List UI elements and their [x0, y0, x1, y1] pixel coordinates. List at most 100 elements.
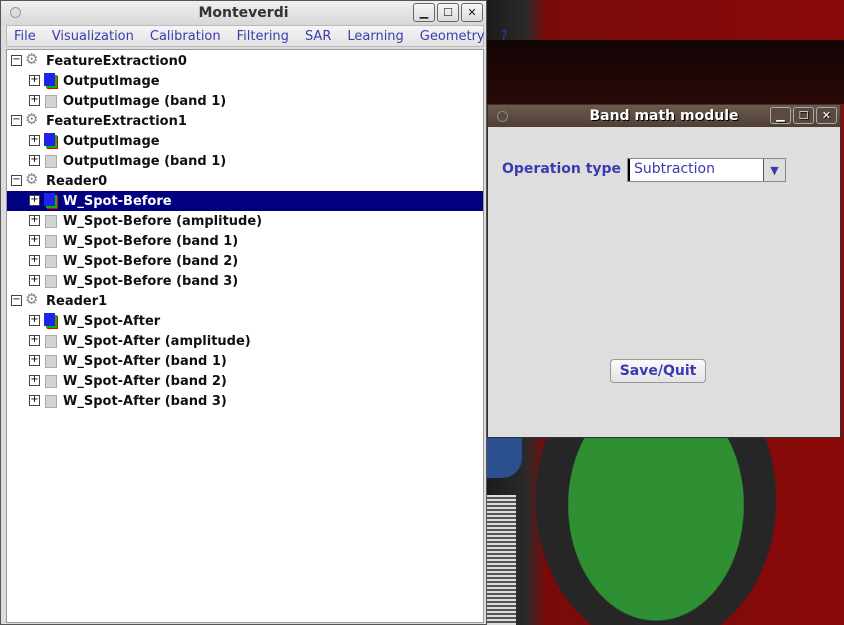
rgb-image-icon	[44, 73, 58, 89]
gray-image-icon	[45, 155, 57, 168]
gears-icon: ⚙	[25, 110, 39, 128]
gears-icon: ⚙	[25, 50, 39, 68]
tree-item[interactable]: + W_Spot-Before (band 3)	[7, 271, 483, 291]
operation-type-select[interactable]: Subtraction ▼	[627, 158, 786, 182]
tree-group[interactable]: − ⚙ FeatureExtraction0	[7, 51, 483, 71]
gray-image-icon	[45, 215, 57, 228]
tree-item-label: FeatureExtraction1	[46, 113, 187, 129]
tree-item-label: W_Spot-Before (amplitude)	[63, 213, 263, 229]
maximize-button[interactable]: ☐	[793, 107, 814, 124]
operation-type-label: Operation type	[502, 161, 622, 177]
expand-icon[interactable]: +	[29, 235, 40, 246]
gray-image-icon	[45, 95, 57, 108]
menu-learning[interactable]: Learning	[347, 29, 403, 44]
window-menu-icon[interactable]	[497, 111, 508, 122]
tree-item-label: OutputImage	[63, 73, 160, 89]
tree-item[interactable]: + W_Spot-After	[7, 311, 483, 331]
expand-icon[interactable]: +	[29, 275, 40, 286]
collapse-icon[interactable]: −	[11, 175, 22, 186]
gray-image-icon	[45, 355, 57, 368]
monteverdi-window: Monteverdi ▁ ☐ ✕ File Visualization Calibr…	[0, 0, 508, 625]
rgb-image-icon	[44, 313, 58, 329]
tree-item-label: W_Spot-After (band 3)	[63, 393, 227, 409]
close-button[interactable]: ✕	[816, 107, 837, 124]
gray-image-icon	[45, 255, 57, 268]
tree-item-label: W_Spot-After (amplitude)	[63, 333, 251, 349]
menu-calibration[interactable]: Calibration	[150, 29, 221, 44]
gray-image-icon	[45, 275, 57, 288]
tree-item[interactable]: + W_Spot-Before	[7, 191, 483, 211]
expand-icon[interactable]: +	[29, 255, 40, 266]
menu-bar: File Visualization Calibration Filtering SAR…	[6, 25, 508, 47]
tree-item[interactable]: + W_Spot-After (amplitude)	[7, 331, 483, 351]
expand-icon[interactable]: +	[29, 195, 40, 206]
gray-image-icon	[45, 235, 57, 248]
collapse-icon[interactable]: −	[11, 55, 22, 66]
tree-item-label: W_Spot-Before	[63, 193, 172, 209]
gray-image-icon	[45, 375, 57, 388]
close-button[interactable]: ✕	[461, 3, 483, 22]
gray-image-icon	[45, 395, 57, 408]
chevron-down-icon[interactable]: ▼	[763, 159, 785, 181]
tree-group[interactable]: − ⚙ Reader1	[7, 291, 483, 311]
tree-item[interactable]: + OutputImage	[7, 131, 483, 151]
tree-item-label: Reader0	[46, 173, 108, 189]
window-menu-icon[interactable]	[10, 7, 21, 18]
expand-icon[interactable]: +	[29, 375, 40, 386]
window-title: Monteverdi	[198, 5, 289, 21]
tree-item-label: Reader1	[46, 293, 108, 309]
tree-item-label: W_Spot-Before (band 3)	[63, 273, 239, 289]
collapse-icon[interactable]: −	[11, 295, 22, 306]
operation-type-value: Subtraction	[628, 159, 763, 181]
tree-item[interactable]: + OutputImage	[7, 71, 483, 91]
expand-icon[interactable]: +	[29, 155, 40, 166]
menu-filtering[interactable]: Filtering	[237, 29, 289, 44]
tree-group[interactable]: − ⚙ Reader0	[7, 171, 483, 191]
save-quit-button[interactable]: Save/Quit	[610, 359, 706, 383]
collapse-icon[interactable]: −	[11, 115, 22, 126]
rgb-image-icon	[44, 133, 58, 149]
tree-group[interactable]: − ⚙ FeatureExtraction1	[7, 111, 483, 131]
tree-item-label: OutputImage (band 1)	[63, 93, 227, 109]
expand-icon[interactable]: +	[29, 335, 40, 346]
tree-item-label: W_Spot-After (band 2)	[63, 373, 227, 389]
gears-icon: ⚙	[25, 290, 39, 308]
tree-item[interactable]: + W_Spot-After (band 2)	[7, 371, 483, 391]
menu-sar[interactable]: SAR	[305, 29, 331, 44]
expand-icon[interactable]: +	[29, 315, 40, 326]
menu-file[interactable]: File	[14, 29, 36, 44]
minimize-button[interactable]: ▁	[770, 107, 791, 124]
tree-item[interactable]: + OutputImage (band 1)	[7, 91, 483, 111]
tree-item[interactable]: + W_Spot-Before (band 1)	[7, 231, 483, 251]
expand-icon[interactable]: +	[29, 355, 40, 366]
tree-item-label: W_Spot-Before (band 2)	[63, 253, 239, 269]
maximize-button[interactable]: ☐	[437, 3, 459, 22]
module-tree: − ⚙ FeatureExtraction0 + OutputImage + OutputI…	[6, 49, 484, 623]
band-math-window: Band math module ▁ ☐ ✕ Operation type Su…	[487, 104, 841, 438]
expand-icon[interactable]: +	[29, 215, 40, 226]
tree-item[interactable]: + W_Spot-Before (amplitude)	[7, 211, 483, 231]
gears-icon: ⚙	[25, 170, 39, 188]
tree-item-label: W_Spot-After	[63, 313, 161, 329]
window-title: Band math module	[589, 108, 739, 124]
expand-icon[interactable]: +	[29, 395, 40, 406]
tree-item-label: FeatureExtraction0	[46, 53, 187, 69]
tree-item-label: W_Spot-Before (band 1)	[63, 233, 239, 249]
tree-item[interactable]: + W_Spot-Before (band 2)	[7, 251, 483, 271]
menu-visualization[interactable]: Visualization	[52, 29, 134, 44]
minimize-button[interactable]: ▁	[413, 3, 435, 22]
rgb-image-icon	[44, 193, 58, 209]
tree-item[interactable]: + W_Spot-After (band 1)	[7, 351, 483, 371]
tree-item-label: OutputImage	[63, 133, 160, 149]
tree-item[interactable]: + W_Spot-After (band 3)	[7, 391, 483, 411]
title-bar[interactable]: Band math module ▁ ☐ ✕	[488, 105, 840, 127]
gray-image-icon	[45, 335, 57, 348]
expand-icon[interactable]: +	[29, 95, 40, 106]
menu-geometry[interactable]: Geometry	[420, 29, 485, 44]
expand-icon[interactable]: +	[29, 75, 40, 86]
expand-icon[interactable]: +	[29, 135, 40, 146]
title-bar[interactable]: Monteverdi ▁ ☐ ✕	[1, 1, 486, 25]
tree-item-label: OutputImage (band 1)	[63, 153, 227, 169]
menu-help[interactable]: ?	[501, 29, 508, 44]
tree-item[interactable]: + OutputImage (band 1)	[7, 151, 483, 171]
